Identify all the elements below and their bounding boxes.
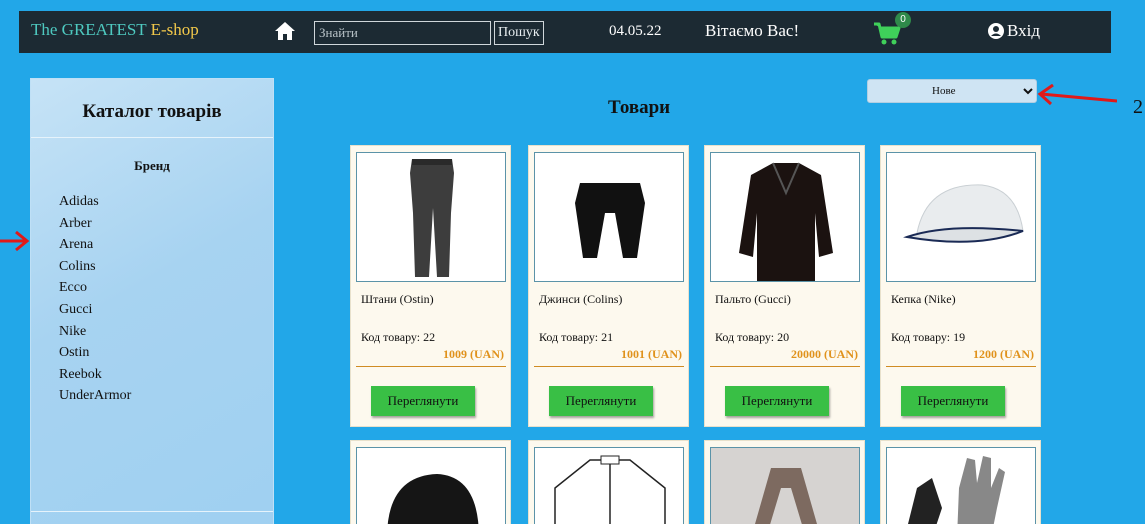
brand-list: Adidas Arber Arena Colins Ecco Gucci Nik… [59,191,131,407]
product-price: 1009 (UAN) [443,347,504,361]
products-title: Товари [608,97,671,118]
price-divider [356,366,506,367]
home-icon[interactable] [274,21,296,41]
product-image[interactable] [356,447,506,524]
brand-item-colins[interactable]: Colins [59,256,131,278]
product-name: Джинси (Colins) [539,292,623,306]
product-price: 1001 (UAN) [621,347,682,361]
product-card: Штани (Ostin) Код товару: 22 1009 (UAN) … [350,145,511,427]
brand-item-arber[interactable]: Arber [59,213,131,235]
jacket-icon [554,455,666,524]
cart-count-badge: 0 [895,12,911,28]
beanie-icon [387,474,479,524]
product-card [704,440,865,524]
brand-item-ostin[interactable]: Ostin [59,342,131,364]
product-name: Штани (Ostin) [361,292,434,306]
product-name: Кепка (Nike) [891,292,956,306]
sidebar-divider [31,511,273,512]
coat-icon [739,162,833,281]
product-image[interactable] [710,152,860,282]
gloves-icon [908,456,1005,524]
product-code: Код товару: 20 [715,330,790,344]
user-icon [988,23,1004,39]
view-product-button[interactable]: Переглянути [725,386,829,416]
brand-item-nike[interactable]: Nike [59,321,131,343]
brand-item-gucci[interactable]: Gucci [59,299,131,321]
sidebar-title: Каталог товарів [82,101,222,122]
search-input[interactable] [314,21,491,45]
product-card [880,440,1041,524]
login-link[interactable]: Вхід [988,21,1040,41]
pants-icon [410,159,454,277]
sort-select[interactable]: Нове [867,79,1037,103]
jeans-icon [575,183,645,258]
brand-item-reebok[interactable]: Reebok [59,364,131,386]
cap-icon [903,184,1024,243]
brand-name-part2: E-shop [150,20,199,39]
view-product-button[interactable]: Переглянути [371,386,475,416]
price-divider [534,366,684,367]
brand-item-ecco[interactable]: Ecco [59,277,131,299]
annotation-arrow-right-icon [0,230,30,252]
search-button[interactable]: Пошук [494,21,544,45]
product-name: Пальто (Gucci) [715,292,791,306]
view-product-button[interactable]: Переглянути [901,386,1005,416]
annotation-arrow-left-icon [1037,84,1117,106]
product-code: Код товару: 22 [361,330,436,344]
sidebar-divider [31,137,273,138]
top-navbar: The GREATEST E-shop Пошук 04.05.22 Вітає… [19,11,1111,53]
product-code: Код товару: 19 [891,330,966,344]
scarf-icon [755,468,817,524]
brand-name-part1: The GREATEST [31,20,147,39]
price-divider [886,366,1036,367]
annotation-label: 2 [1133,96,1143,118]
brand-item-underarmor[interactable]: UnderArmor [59,385,131,407]
product-price: 1200 (UAN) [973,347,1034,361]
brand-item-adidas[interactable]: Adidas [59,191,131,213]
product-image[interactable] [886,447,1036,524]
product-card [350,440,511,524]
product-image[interactable] [886,152,1036,282]
catalog-sidebar: Каталог товарів Бренд Adidas Arber Arena… [30,78,274,524]
site-brand[interactable]: The GREATEST E-shop [31,20,199,40]
price-divider [710,366,860,367]
brand-item-arena[interactable]: Arena [59,234,131,256]
current-date: 04.05.22 [609,23,662,39]
product-price: 20000 (UAN) [791,347,858,361]
product-card [528,440,689,524]
product-image[interactable] [534,447,684,524]
product-image[interactable] [534,152,684,282]
product-image[interactable] [710,447,860,524]
product-image[interactable] [356,152,506,282]
product-code: Код товару: 21 [539,330,614,344]
brand-filter-heading: Бренд [134,158,170,173]
view-product-button[interactable]: Переглянути [549,386,653,416]
product-card: Кепка (Nike) Код товару: 19 1200 (UAN) П… [880,145,1041,427]
welcome-text: Вітаємо Вас! [705,21,800,40]
product-card: Джинси (Colins) Код товару: 21 1001 (UAN… [528,145,689,427]
product-card: Пальто (Gucci) Код товару: 20 20000 (UAN… [704,145,865,427]
login-label: Вхід [1007,21,1040,40]
